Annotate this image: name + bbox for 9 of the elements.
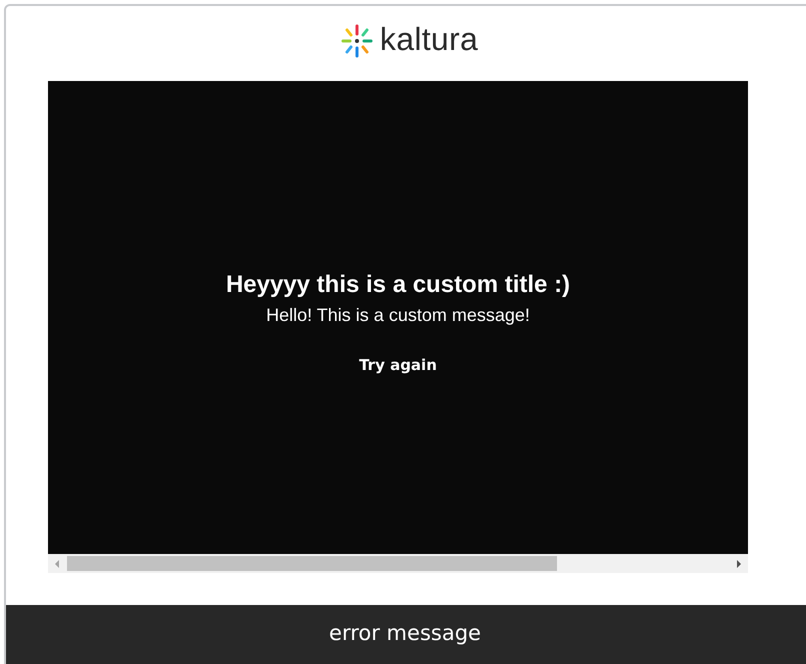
scroll-left-icon[interactable] <box>55 560 59 568</box>
logo-icon <box>340 24 374 58</box>
error-message: Hello! This is a custom message! <box>266 305 530 326</box>
scroll-right-icon[interactable] <box>737 560 741 568</box>
error-title: Heyyyy this is a custom title :) <box>226 271 570 299</box>
try-again-button[interactable]: Try again <box>353 352 443 378</box>
logo-text: kaltura <box>380 21 478 58</box>
horizontal-scrollbar[interactable] <box>48 554 748 573</box>
caption-text: error message <box>329 621 481 645</box>
